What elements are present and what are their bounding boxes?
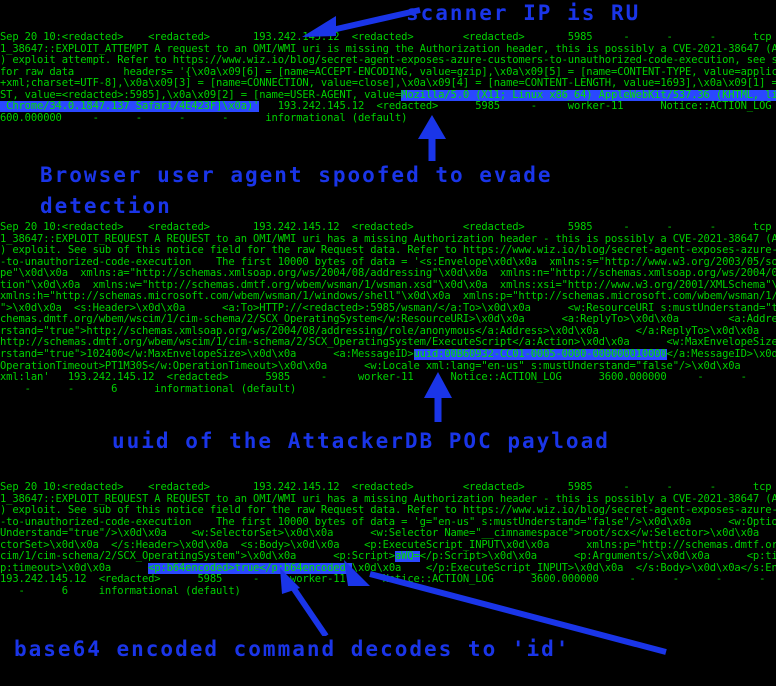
highlighted-log-text: Chrome/34.0.1847.137 Safari/4E423F]\x0a)… (0, 101, 260, 113)
log-text: http://schemas.dmtf.org/wbem/wscim/1/cim… (0, 337, 776, 349)
log-text: Sep 20 10:<redacted> <redacted> 193.242.… (0, 32, 776, 43)
log-line: pe"\x0d\x0a xmlns:a="http://schemas.xmls… (0, 268, 776, 280)
log-text: 600.000000 - - - - informational (defaul… (0, 112, 408, 124)
terminal-log-screenshot: Sep 20 10:<redacted> <redacted> 193.242.… (0, 0, 776, 686)
log-text: OperationTimeout>PT1M30S</w:OperationTim… (0, 360, 776, 372)
log-line: rstand="true">102400</w:MaxEnvelopeSize>… (0, 349, 776, 361)
log-line: 600.000000 - - - - informational (defaul… (0, 113, 776, 125)
log-line: cim/1/cim-schema/2/SCX_OperatingSystem">… (0, 551, 776, 563)
log-block-exploit-request-2: Sep 20 10:<redacted> <redacted> 193.242.… (0, 482, 776, 597)
log-line: - 6 informational (default) (0, 586, 776, 598)
log-text: Sep 20 10:<redacted> <redacted> 193.242.… (0, 482, 776, 493)
log-line: OperationTimeout>PT1M30S</w:OperationTim… (0, 361, 776, 373)
annotation-uuid-poc: uuid of the AttackerDB POC payload (112, 429, 610, 453)
log-text: cim/1/cim-schema/2/SCX_OperatingSystem">… (0, 551, 395, 563)
log-line: ">\x0d\x0a <s:Header>\x0d\x0a <a:To>HTTP… (0, 303, 776, 315)
highlighted-log-text: Mozilla/5.0 (X11; Linux x86_64) AppleWeb… (401, 89, 776, 101)
annotation-base64-command: base64 encoded command decodes to 'id' (14, 637, 571, 661)
log-text: rstand="true">102400</w:MaxEnvelopeSize>… (0, 349, 414, 361)
log-text: xml:lan' 193.242.145.12 <redacted> 5985 … (0, 372, 776, 384)
log-line: ST, value=<redacted>:5985],\x0a\x09[2] =… (0, 89, 776, 102)
log-text: 1_38647::EXPLOIT_REQUEST A REQUEST to an… (0, 493, 776, 505)
log-text: 1_38647::EXPLOIT_ATTEMPT A request to an… (0, 43, 776, 55)
log-text: Understand="true"/>\x0d\x0a <w:SelectorS… (0, 528, 776, 540)
log-text: ">\x0d\x0a <s:Header>\x0d\x0a <a:To>HTTP… (0, 302, 776, 314)
log-text: tion"\x0d\x0a xmlns:w="http://schemas.dm… (0, 279, 776, 291)
log-text: Sep 20 10:<redacted> <redacted> 193.242.… (0, 222, 776, 233)
log-line: for raw data headers= '{\x0a\x09[6] = [n… (0, 67, 776, 79)
log-text: -to-unauthorized-code-execution The firs… (0, 516, 776, 528)
log-text: -to-unauthorized-code-execution The firs… (0, 256, 776, 268)
log-line: - - 6 informational (default) (0, 384, 776, 396)
log-line: Understand="true"/>\x0d\x0a <w:SelectorS… (0, 528, 776, 540)
log-line: -to-unauthorized-code-execution The firs… (0, 517, 776, 529)
log-block-exploit-request-1: Sep 20 10:<redacted> <redacted> 193.242.… (0, 222, 776, 395)
log-text: ) exploit attempt. Refer to https://www.… (0, 55, 776, 67)
log-line: 1_38647::EXPLOIT_REQUEST A REQUEST to an… (0, 234, 776, 246)
log-line: ) exploit. See sub of this notice field … (0, 505, 776, 517)
log-line: chemas.dmtf.org/wbem/wscim/1/cim-schema/… (0, 314, 776, 326)
log-text: </a:MessageID>\x0d\x0a <w: (666, 349, 776, 361)
log-text: ) exploit. See sub of this notice field … (0, 245, 776, 257)
log-line: ) exploit. See sub of this notice field … (0, 245, 776, 257)
log-text: \x0d\x0a </p:ExecuteScript_INPUT>\x0d\x0… (351, 562, 776, 574)
log-line: Sep 20 10:<redacted> <redacted> 193.242.… (0, 32, 776, 44)
log-line: xmlns:h="http://schemas.microsoft.com/wb… (0, 291, 776, 303)
log-text: - 6 informational (default) (0, 585, 241, 597)
log-line: ctorSet>\x0d\x0a </s:Header>\x0d\x0a <s:… (0, 540, 776, 552)
log-line: 1_38647::EXPLOIT_ATTEMPT A request to an… (0, 44, 776, 56)
log-line: 1_38647::EXPLOIT_REQUEST A REQUEST to an… (0, 494, 776, 506)
log-line: p:timeout>\x0d\x0a <p:b64encoded>true</p… (0, 562, 776, 575)
log-line: Sep 20 10:<redacted> <redacted> 193.242.… (0, 482, 776, 494)
log-line: tion"\x0d\x0a xmlns:w="http://schemas.dm… (0, 280, 776, 292)
log-text: ctorSet>\x0d\x0a </s:Header>\x0d\x0a <s:… (0, 539, 776, 551)
log-text: - - 6 informational (default) (0, 383, 297, 395)
log-text: +xml;charset=UTF-8],\x0a\x09[3] = [name=… (0, 78, 776, 90)
log-block-exploit-attempt: Sep 20 10:<redacted> <redacted> 193.242.… (0, 32, 776, 124)
log-line: Chrome/34.0.1847.137 Safari/4E423F]\x0a)… (0, 101, 776, 113)
log-text: pe"\x0d\x0a xmlns:a="http://schemas.xmls… (0, 268, 776, 280)
log-text: p:timeout>\x0d\x0a (0, 562, 149, 574)
log-text: chemas.dmtf.org/wbem/wscim/1/cim-schema/… (0, 314, 776, 326)
log-text: rstand="true">http://schemas.xmlsoap.org… (0, 325, 776, 337)
log-line: +xml;charset=UTF-8],\x0a\x09[3] = [name=… (0, 78, 776, 90)
annotation-user-agent-line1: Browser user agent spoofed to evade (40, 163, 553, 187)
log-line: ) exploit attempt. Refer to https://www.… (0, 55, 776, 67)
log-line: xml:lan' 193.242.145.12 <redacted> 5985 … (0, 372, 776, 384)
log-text: 193.242.145.12 <redacted> 5985 - worker-… (0, 574, 766, 586)
annotation-scanner-ip: scanner IP is RU (406, 1, 641, 25)
log-line: Sep 20 10:<redacted> <redacted> 193.242.… (0, 222, 776, 234)
log-text: for raw data headers= '{\x0a\x09[6] = [n… (0, 66, 776, 78)
highlighted-log-text: <p:b64encoded>true</p:b64encoded> (148, 562, 352, 574)
log-text: 1_38647::EXPLOIT_REQUEST A REQUEST to an… (0, 233, 776, 245)
log-text: xmlns:h="http://schemas.microsoft.com/wb… (0, 291, 776, 303)
annotation-user-agent-line2: detection (40, 194, 172, 218)
log-line: http://schemas.dmtf.org/wbem/wscim/1/cim… (0, 337, 776, 349)
log-line: 193.242.145.12 <redacted> 5985 - worker-… (0, 574, 776, 586)
log-line: -to-unauthorized-code-execution The firs… (0, 257, 776, 269)
highlighted-log-text: uuid:00B60932-CC01-0005-0000-00000001000… (413, 349, 667, 361)
log-text: 193.242.145.12 <redacted> 5985 - worker-… (259, 101, 776, 113)
log-line: rstand="true">http://schemas.xmlsoap.org… (0, 326, 776, 338)
log-text: ) exploit. See sub of this notice field … (0, 505, 776, 517)
highlighted-log-text: aWQ= (394, 551, 420, 563)
log-text: </p:Script>\x0d\x0a <p:Arguments/>\x0d\x… (419, 551, 776, 563)
log-text: ST, value=<redacted>:5985],\x0a\x09[2] =… (0, 89, 402, 101)
